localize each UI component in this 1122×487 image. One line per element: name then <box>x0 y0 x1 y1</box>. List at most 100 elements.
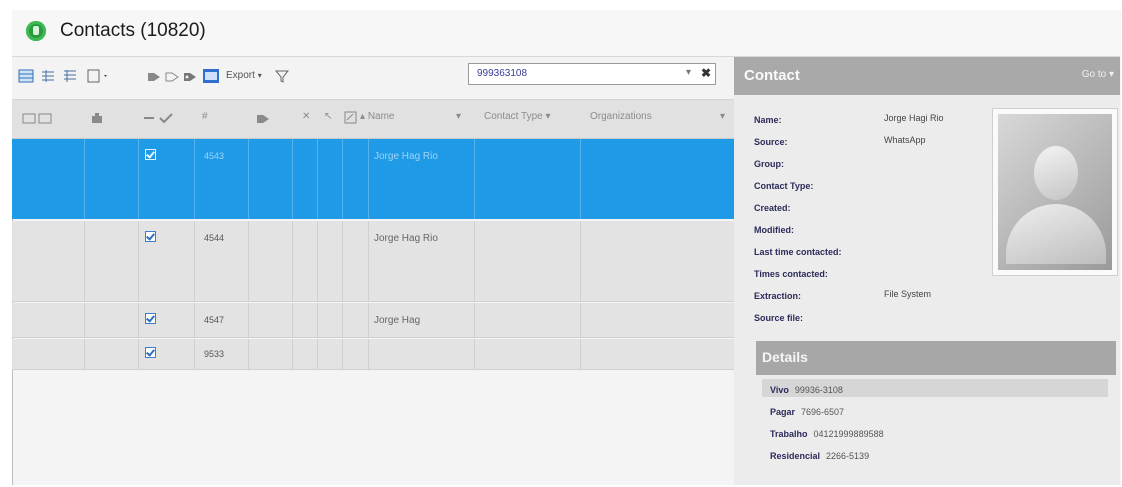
name-column-label: Name <box>367 111 395 122</box>
contact-panel-header: Contact Go to ▾ <box>734 57 1120 95</box>
row-id: 4544 <box>204 233 225 243</box>
field-label-contact-type: Contact Type: <box>754 181 814 191</box>
tag-column-icon[interactable] <box>256 111 270 128</box>
title-bar: Contacts (10820) <box>12 10 1120 57</box>
detail-label: Residencial <box>770 451 821 461</box>
column-divider <box>138 303 139 337</box>
view-table-icon[interactable] <box>18 68 34 86</box>
column-divider <box>292 139 293 219</box>
contact-type-column-header[interactable]: Contact Type ▾ <box>484 111 551 122</box>
goto-button[interactable]: Go to ▾ <box>1082 69 1114 80</box>
column-divider <box>474 339 475 369</box>
column-divider <box>292 221 293 301</box>
deleted-column-icon[interactable]: ✕ <box>302 111 310 122</box>
checkbox-column-icon[interactable] <box>142 111 178 128</box>
table-view-icon[interactable] <box>202 68 220 86</box>
column-divider <box>368 221 369 301</box>
detail-value: 04121999889588 <box>813 429 884 439</box>
column-divider <box>317 303 318 337</box>
detail-label: Pagar <box>770 407 796 417</box>
contact-photo <box>992 108 1118 276</box>
name-filter-icon[interactable]: ▾ <box>456 111 461 122</box>
table-row[interactable]: 4544 Jorge Hag Rio <box>12 221 734 302</box>
column-divider <box>342 303 343 337</box>
id-column-header[interactable]: # <box>202 111 208 122</box>
column-divider <box>580 339 581 369</box>
detail-line: Pagar 7696-6507 <box>770 407 844 417</box>
field-label-modified: Modified: <box>754 225 794 235</box>
tag-icon[interactable] <box>146 68 162 86</box>
sort-asc-icon: ▴ <box>360 111 366 122</box>
clear-search-icon[interactable]: ✖ <box>701 66 711 80</box>
table-row[interactable]: 4543 Jorge Hag Rio <box>12 139 734 219</box>
detail-line: Vivo 99936-3108 <box>770 385 843 395</box>
search-dropdown-icon[interactable]: ▾ <box>686 67 691 78</box>
chevron-down-icon: ▾ <box>257 71 262 80</box>
search-box: ▾ ✖ <box>468 63 716 85</box>
row-checkbox[interactable] <box>145 231 156 242</box>
column-divider <box>368 339 369 369</box>
field-label-group: Group: <box>754 159 784 169</box>
row-id: 4543 <box>204 151 225 161</box>
column-divider <box>368 303 369 337</box>
field-label-times-contacted: Times contacted: <box>754 269 828 279</box>
field-label-extraction: Extraction: <box>754 291 802 301</box>
field-label-source-file: Source file: <box>754 313 804 323</box>
organizations-column-header[interactable]: Organizations <box>590 111 652 122</box>
column-divider <box>138 339 139 369</box>
bookmark-column-icon[interactable]: ↖ <box>324 111 332 122</box>
column-divider <box>194 303 195 337</box>
filter-clear-icon[interactable] <box>274 68 290 86</box>
row-checkbox[interactable] <box>145 313 156 324</box>
column-divider <box>84 339 85 369</box>
column-divider <box>84 221 85 301</box>
row-checkbox[interactable] <box>145 149 156 160</box>
details-title: Details <box>762 349 808 365</box>
column-divider <box>248 139 249 219</box>
row-name: Jorge Hag Rio <box>374 233 438 244</box>
table-row[interactable]: 9533 <box>12 339 734 370</box>
field-label-created: Created: <box>754 203 791 213</box>
field-label-last-contacted: Last time contacted: <box>754 247 842 257</box>
row-id: 9533 <box>204 349 225 359</box>
search-input[interactable] <box>475 67 679 80</box>
field-value-extraction: File System <box>884 289 932 299</box>
column-divider <box>138 221 139 301</box>
column-divider <box>317 339 318 369</box>
name-column-header[interactable]: ▴ Name <box>360 111 395 122</box>
table-row[interactable]: 4547 Jorge Hag <box>12 303 734 338</box>
tag-edit-icon[interactable] <box>182 68 198 86</box>
detail-line: Trabalho 04121999889588 <box>770 429 884 439</box>
detail-value: 7696-6507 <box>801 407 845 417</box>
report-dropdown-icon[interactable] <box>86 68 110 86</box>
detail-label: Vivo <box>770 385 789 395</box>
column-divider <box>138 139 139 219</box>
folder-column-icon[interactable] <box>22 111 54 128</box>
field-label-name: Name: <box>754 115 782 125</box>
column-divider <box>368 139 369 219</box>
view-list-icon[interactable] <box>40 68 56 86</box>
export-button[interactable]: Export ▾ <box>226 70 262 88</box>
row-name: Jorge Hag <box>374 315 421 326</box>
attachment-column-icon[interactable] <box>90 111 104 128</box>
note-column-icon[interactable] <box>344 111 358 128</box>
row-id: 4547 <box>204 315 225 325</box>
column-divider <box>292 303 293 337</box>
column-divider <box>292 339 293 369</box>
column-divider <box>580 303 581 337</box>
row-name: Jorge Hag Rio <box>374 151 438 162</box>
column-divider <box>317 221 318 301</box>
contact-type-column-label: Contact Type <box>484 111 543 122</box>
row-checkbox[interactable] <box>145 347 156 358</box>
avatar-placeholder-icon <box>998 114 1112 270</box>
field-value-source: WhatsApp <box>884 135 926 145</box>
untag-icon[interactable] <box>164 68 180 86</box>
column-divider <box>248 303 249 337</box>
view-columns-icon[interactable] <box>62 68 78 86</box>
detail-value: 99936-3108 <box>794 385 843 395</box>
organizations-filter-icon[interactable]: ▾ <box>720 111 725 122</box>
column-divider <box>474 139 475 219</box>
column-divider <box>194 221 195 301</box>
contact-panel: Contact Go to ▾ Name: Jorge Hagi Rio Sou… <box>734 57 1120 485</box>
goto-label: Go to <box>1081 69 1107 80</box>
